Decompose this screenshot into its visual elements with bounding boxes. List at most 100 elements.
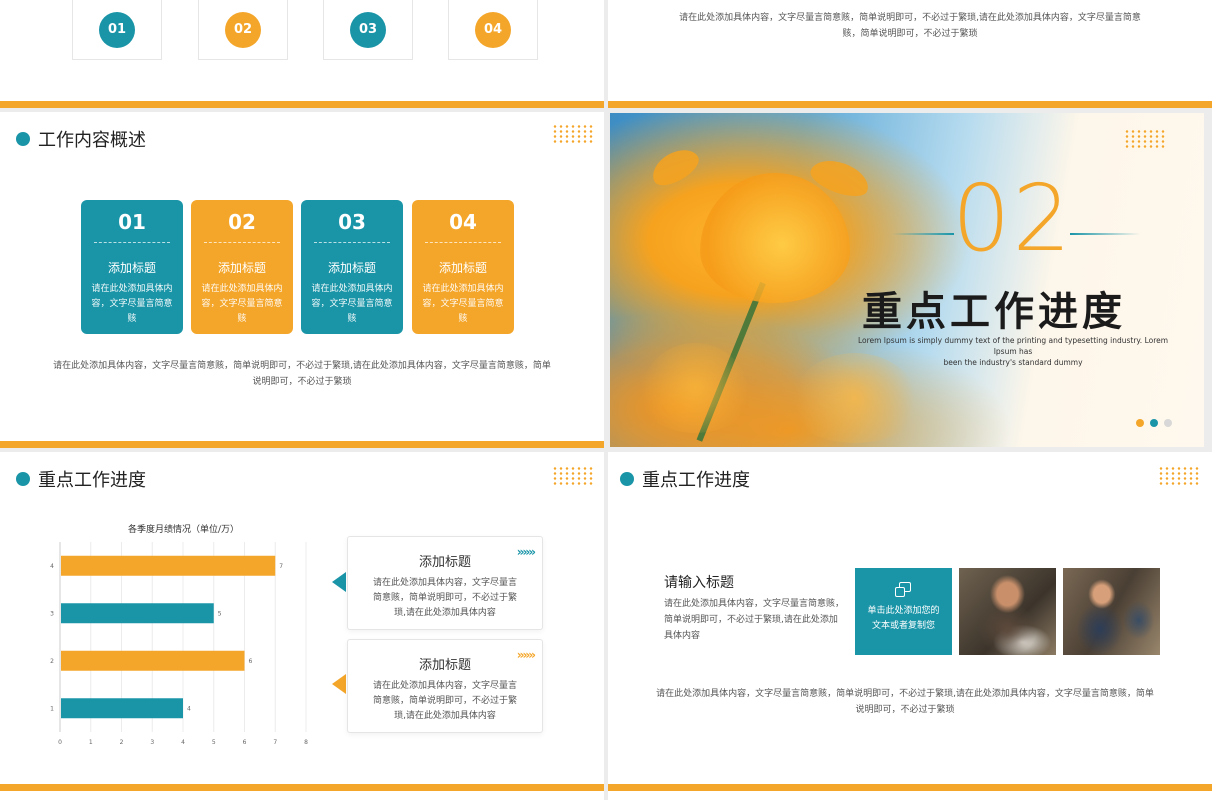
info-card-desc: 请在此处添加具体内容，文字尽量言简意赅，简单说明即可，不必过于繁琐,请在此处添加… [372,681,517,721]
content-card-1[interactable]: 01 添加标题 请在此处添加具体内容，文字尽量言简意赅 [81,200,183,334]
slide-5[interactable]: 重点工作进度 各季度月绩情况（单位/万） 0 1 2 3 4 5 6 7 8 1 4 2 6 3 5 4 7 »… [0,452,604,800]
heading-dot-icon [16,132,30,146]
slide-6-text: 请在此处添加具体内容，文字尽量言简意赅，简单说明即可，不必过于繁琐,请在此处添加… [652,686,1158,718]
slide-heading: 重点工作进度 [620,466,750,492]
card-number: 02 [228,210,256,234]
content-card-4[interactable]: 04 添加标题 请在此处添加具体内容，文字尽量言简意赅 [412,200,514,334]
chart-bar [61,603,214,624]
chart-x-tick-label: 8 [304,739,308,746]
card-title: 添加标题 [327,261,376,275]
card-divider [204,242,280,243]
chart-x-tick-label: 5 [212,739,216,746]
chart-x-tick-label: 3 [150,739,154,746]
card-title: 添加标题 [107,261,156,275]
section-desc: 请在此处添加具体内容，文字尽量言简意赅，简单说明即可，不必过于繁琐,请在此处添加… [664,599,845,641]
chart-y-tick-label: 2 [50,658,54,665]
text-line: 请在此处添加具体内容，文字尽量言简意赅，简单说明即可，不必过于繁琐,请在此处添加… [656,689,1154,699]
slide-title: 重点工作进度 [642,470,750,491]
pointer-triangle-orange [332,674,346,694]
card-divider [425,242,501,243]
card-title: 添加标题 [217,261,266,275]
text-line: Lorem Ipsum is simply dummy text of the … [857,336,1169,356]
card-desc: 请在此处添加具体内容，文字尽量言简意赅 [422,284,504,324]
hero-subtitle: Lorem Ipsum is simply dummy text of the … [856,335,1170,368]
photo-team-meeting [959,568,1056,655]
number-card-4: 04 [448,0,538,60]
card-divider [94,242,170,243]
photo-business-man [1063,568,1160,655]
info-card-2[interactable]: »»» 添加标题 请在此处添加具体内容，文字尽量言简意赅，简单说明即可，不必过于… [347,639,543,733]
chart-y-tick-label: 4 [50,563,54,570]
text-line: 说明即可，不必过于繁琐 [855,705,955,715]
chart-x-tick-label: 2 [120,739,124,746]
slide-bottom-bar [0,441,604,448]
chart-x-tick-label: 0 [58,739,62,746]
chart-y-tick-label: 1 [50,705,54,712]
slide-title: 工作内容概述 [38,130,146,151]
card-number: 01 [118,210,146,234]
chevron-right-icon: »»» [516,545,536,559]
info-card-title: 添加标题 [418,658,471,673]
number-badge-2: 02 [225,11,261,48]
chart-data-label: 5 [218,610,222,617]
slide-2[interactable]: 请在此处添加具体内容，文字尽量言简意赅，简单说明即可，不必过于繁琐,请在此处添加… [608,0,1212,108]
chart-data-label: 7 [279,563,283,570]
info-card-title: 添加标题 [418,555,471,570]
chart-bar [61,555,276,576]
hero-line-right [1070,233,1140,235]
number-badge-3: 03 [350,11,386,48]
chart-data-label: 6 [249,658,253,665]
box-text: 单击此处添加您的文本或者复制您 [867,606,940,631]
pager-dot-1[interactable] [1136,419,1144,427]
chart-x-tick-label: 4 [181,739,185,746]
chart-title: 各季度月绩情况（单位/万） [128,525,240,535]
number-card-3: 03 [323,0,413,60]
slide-6[interactable]: 重点工作进度 请输入标题 请在此处添加具体内容，文字尽量言简意赅，简单说明即可，… [608,452,1212,800]
chart-bar [61,698,183,719]
hero-title: 重点工作进度 [862,289,1126,335]
slide-bottom-bar [0,784,604,791]
slide-3[interactable]: 工作内容概述 01 添加标题 请在此处添加具体内容，文字尽量言简意赅 02 添加… [0,112,604,448]
card-desc: 请在此处添加具体内容，文字尽量言简意赅 [91,284,173,324]
card-desc: 请在此处添加具体内容，文字尽量言简意赅 [311,284,393,324]
chart-x-tick-label: 6 [243,739,247,746]
chevron-right-icon: »»» [516,648,536,662]
pointer-triangle-teal [332,572,346,592]
card-number: 04 [449,210,477,234]
info-card-desc: 请在此处添加具体内容，文字尽量言简意赅，简单说明即可，不必过于繁琐,请在此处添加… [372,578,517,618]
slide-title: 重点工作进度 [38,470,146,491]
number-card-2: 02 [198,0,288,60]
slide-2-text: 请在此处添加具体内容，文字尽量言简意赅，简单说明即可，不必过于繁琐,请在此处添加… [608,10,1212,42]
section-subtitle: 请输入标题 [664,575,734,591]
text-line: 请在此处添加具体内容，文字尽量言简意赅，简单说明即可，不必过于繁琐,请在此处添加… [53,361,551,371]
number-badge-1: 01 [99,11,135,48]
slide-1[interactable]: 01 02 03 04 [0,0,604,108]
text-line: been the industry's standard dummy [943,358,1083,367]
dot-grid-decoration [1158,466,1200,486]
chart-data-label: 4 [187,705,191,712]
text-placeholder-box[interactable]: 单击此处添加您的文本或者复制您 [855,568,952,655]
pager-dot-2[interactable] [1150,419,1158,427]
number-card-1: 01 [72,0,162,60]
slide-bottom-bar [0,101,604,108]
pager-dot-3[interactable] [1164,419,1172,427]
content-card-2[interactable]: 02 添加标题 请在此处添加具体内容，文字尽量言简意赅 [191,200,293,334]
info-card-1[interactable]: »»» 添加标题 请在此处添加具体内容，文字尽量言简意赅，简单说明即可，不必过于… [347,536,543,630]
slide-4[interactable]: 02 重点工作进度 Lorem Ipsum is simply dummy te… [610,113,1204,447]
text-line: 请在此处添加具体内容，文字尽量言简意赅，简单说明即可，不必过于繁琐,请在此处添加… [679,13,1141,23]
copy-icon [894,582,913,598]
card-number: 03 [338,210,366,234]
slide-heading: 重点工作进度 [16,466,146,492]
dot-grid-decoration [552,124,594,144]
chart-x-tick-label: 7 [273,739,277,746]
card-divider [314,242,390,243]
slide-3-text: 请在此处添加具体内容，文字尽量言简意赅，简单说明即可，不必过于繁琐,请在此处添加… [40,358,564,390]
hero-line-left [892,233,954,235]
card-desc: 请在此处添加具体内容，文字尽量言简意赅 [201,284,283,324]
chart-x-tick-label: 1 [89,739,93,746]
hero-number: 02 [952,165,1074,272]
text-line: 赅，简单说明即可，不必过于繁琐 [842,29,978,39]
content-card-3[interactable]: 03 添加标题 请在此处添加具体内容，文字尽量言简意赅 [301,200,403,334]
number-badge-4: 04 [475,11,511,48]
slide-heading: 工作内容概述 [16,126,146,152]
